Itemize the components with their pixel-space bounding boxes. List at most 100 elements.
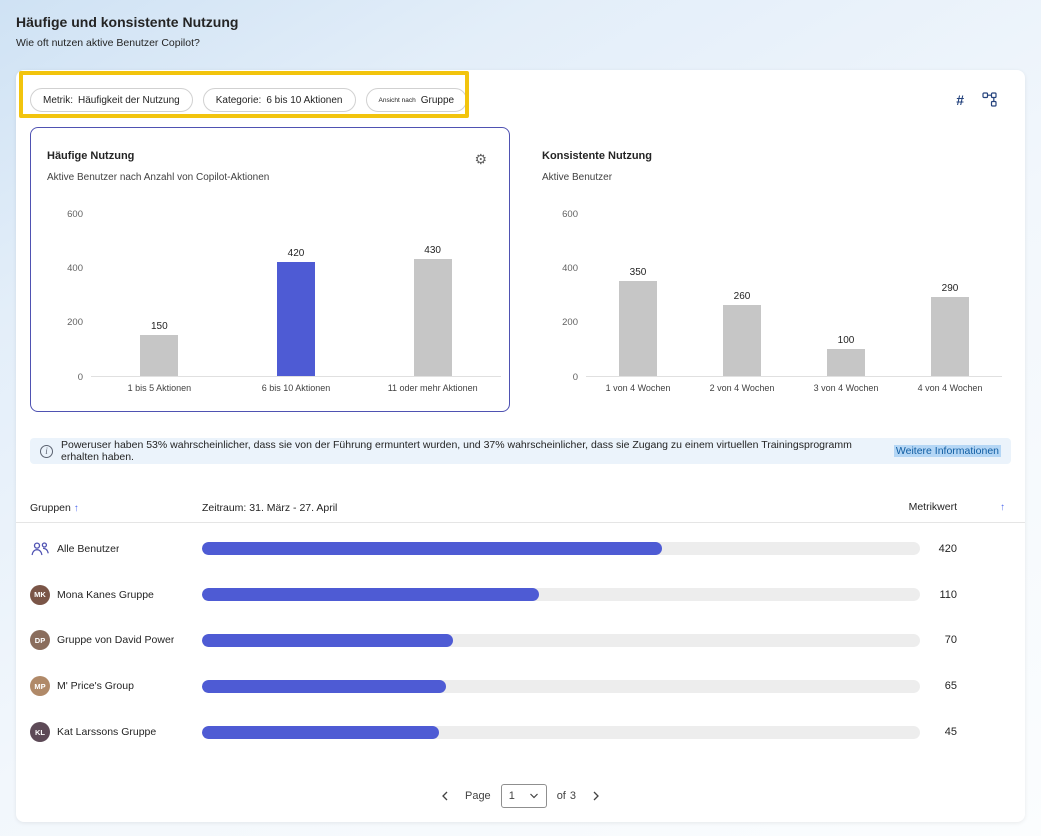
- group-name: Alle Benutzer: [57, 543, 119, 555]
- of-label: of: [557, 790, 566, 802]
- bar[interactable]: [827, 349, 865, 376]
- group-name-cell: MP M' Price's Group: [30, 676, 202, 696]
- x-category-label: 1 bis 5 Aktionen: [128, 383, 192, 393]
- metric-bar-fill: [202, 542, 662, 555]
- bar[interactable]: [723, 305, 761, 376]
- pagination: Page 1 of 3: [16, 782, 1025, 810]
- avatar: DP: [30, 630, 50, 650]
- group-name-cell: DP Gruppe von David Power: [30, 630, 202, 650]
- bar-group: 3501 von 4 Wochen: [608, 214, 668, 376]
- table-row[interactable]: KL Kat Larssons Gruppe 45: [16, 709, 1025, 755]
- table-row[interactable]: Alle Benutzer 420: [16, 526, 1025, 572]
- y-axis-tick: 200: [542, 318, 578, 328]
- previous-page-icon[interactable]: [435, 786, 455, 806]
- column-header-metric[interactable]: Metrikwert: [920, 501, 957, 515]
- page-subtitle: Wie oft nutzen aktive Benutzer Copilot?: [16, 37, 1041, 49]
- metric-filter-label: Metrik:: [43, 95, 73, 106]
- learn-more-link[interactable]: Weitere Informationen: [894, 445, 1001, 457]
- bar-value-label: 350: [630, 267, 647, 278]
- metric-value: 70: [920, 634, 957, 646]
- bar[interactable]: [931, 297, 969, 376]
- metric-filter-pill[interactable]: Metrik: Häufigkeit der Nutzung: [30, 88, 193, 112]
- filter-bar: Metrik: Häufigkeit der Nutzung Kategorie…: [30, 88, 467, 112]
- chart-card-frequent-usage[interactable]: Häufige Nutzung Aktive Benutzer nach Anz…: [30, 127, 510, 412]
- y-axis-tick: 0: [542, 373, 578, 383]
- view-by-filter-value: Gruppe: [421, 95, 454, 106]
- metric-bar-track: [202, 726, 920, 739]
- bar-value-label: 260: [734, 291, 751, 302]
- group-name: M' Price's Group: [57, 680, 134, 692]
- table-body: Alle Benutzer 420 MK Mona Kanes Gruppe 110 DP…: [16, 526, 1025, 755]
- x-category-label: 2 von 4 Wochen: [710, 383, 775, 393]
- show-values-hash-icon[interactable]: #: [956, 93, 964, 107]
- x-category-label: 1 von 4 Wochen: [606, 383, 671, 393]
- metric-value: 65: [920, 680, 957, 692]
- page-label: Page: [465, 790, 491, 802]
- group-name: Gruppe von David Power: [57, 634, 174, 646]
- table-header: Gruppen ↑ Zeitraum: 31. März - 27. April…: [16, 494, 1025, 523]
- bar[interactable]: [619, 281, 657, 376]
- gear-icon[interactable]: ⚙: [474, 152, 487, 166]
- table-row[interactable]: MK Mona Kanes Gruppe 110: [16, 572, 1025, 618]
- sort-ascending-icon[interactable]: ↑: [74, 503, 79, 514]
- metric-bar-track: [202, 634, 920, 647]
- chart-card-consistent-usage[interactable]: Konsistente Nutzung Aktive Benutzer 0200…: [525, 127, 1011, 412]
- metric-value: 45: [920, 726, 957, 738]
- sort-ascending-icon[interactable]: ↑: [1000, 502, 1005, 513]
- x-category-label: 4 von 4 Wochen: [918, 383, 983, 393]
- metric-value: 110: [920, 589, 957, 601]
- bar[interactable]: [277, 262, 315, 376]
- insight-text: Poweruser haben 53% wahrscheinlicher, da…: [61, 439, 886, 463]
- metric-bar-fill: [202, 588, 539, 601]
- y-axis-tick: 600: [47, 210, 83, 220]
- bar-group: 1501 bis 5 Aktionen: [129, 214, 189, 376]
- info-icon: i: [40, 445, 53, 458]
- bar-value-label: 100: [838, 335, 855, 346]
- group-name: Mona Kanes Gruppe: [57, 589, 154, 601]
- page-number-select[interactable]: 1: [501, 784, 547, 808]
- metric-bar-track: [202, 542, 920, 555]
- table-row[interactable]: DP Gruppe von David Power 70: [16, 618, 1025, 664]
- metric-value: 420: [920, 543, 957, 555]
- groups-header-label: Gruppen: [30, 502, 71, 514]
- view-by-filter-label: Ansicht nach: [379, 97, 416, 104]
- category-filter-pill[interactable]: Kategorie: 6 bis 10 Aktionen: [203, 88, 356, 112]
- metric-header-label: Metrikwert: [909, 501, 957, 513]
- bar-value-label: 430: [424, 245, 441, 256]
- card-toolbar: #: [956, 92, 997, 107]
- insight-banner: i Poweruser haben 53% wahrscheinlicher, …: [30, 438, 1011, 464]
- chart-subtitle: Aktive Benutzer: [542, 172, 612, 183]
- bar[interactable]: [414, 259, 452, 376]
- group-name-cell: KL Kat Larssons Gruppe: [30, 722, 202, 742]
- page-title: Häufige und konsistente Nutzung: [16, 14, 1041, 30]
- bar-value-label: 150: [151, 321, 168, 332]
- bar[interactable]: [140, 335, 178, 376]
- page-header: Häufige und konsistente Nutzung Wie oft …: [0, 0, 1041, 49]
- bar-plot-area: 3501 von 4 Wochen2602 von 4 Wochen1003 v…: [586, 214, 1002, 377]
- next-page-icon[interactable]: [586, 786, 606, 806]
- table-row[interactable]: MP M' Price's Group 65: [16, 663, 1025, 709]
- metric-filter-value: Häufigkeit der Nutzung: [78, 95, 180, 106]
- metric-bar-track: [202, 588, 920, 601]
- metric-bar-fill: [202, 680, 446, 693]
- chart-title: Häufige Nutzung: [47, 150, 134, 162]
- group-name-cell: Alle Benutzer: [30, 541, 202, 557]
- view-by-filter-pill[interactable]: Ansicht nach Gruppe: [366, 88, 468, 112]
- total-pages: 3: [570, 790, 576, 802]
- avatar: MK: [30, 585, 50, 605]
- bar-group: 1003 von 4 Wochen: [816, 214, 876, 376]
- avatar: KL: [30, 722, 50, 742]
- y-axis-tick: 0: [47, 373, 83, 383]
- frequent-usage-chart: 02004006001501 bis 5 Aktionen4206 bis 10…: [47, 214, 501, 377]
- metric-bar-fill: [202, 726, 439, 739]
- flow-icon[interactable]: [982, 92, 997, 107]
- bar-plot-area: 1501 bis 5 Aktionen 4206 bis 10 Aktionen 4…: [91, 214, 501, 377]
- x-category-label: 3 von 4 Wochen: [814, 383, 879, 393]
- metric-bar-fill: [202, 634, 453, 647]
- group-name: Kat Larssons Gruppe: [57, 726, 156, 738]
- avatar: MP: [30, 676, 50, 696]
- column-header-groups[interactable]: Gruppen ↑: [30, 502, 202, 514]
- y-axis-tick: 600: [542, 210, 578, 220]
- y-axis-tick: 400: [542, 264, 578, 274]
- bar-group: 4206 bis 10 Aktionen: [266, 214, 326, 376]
